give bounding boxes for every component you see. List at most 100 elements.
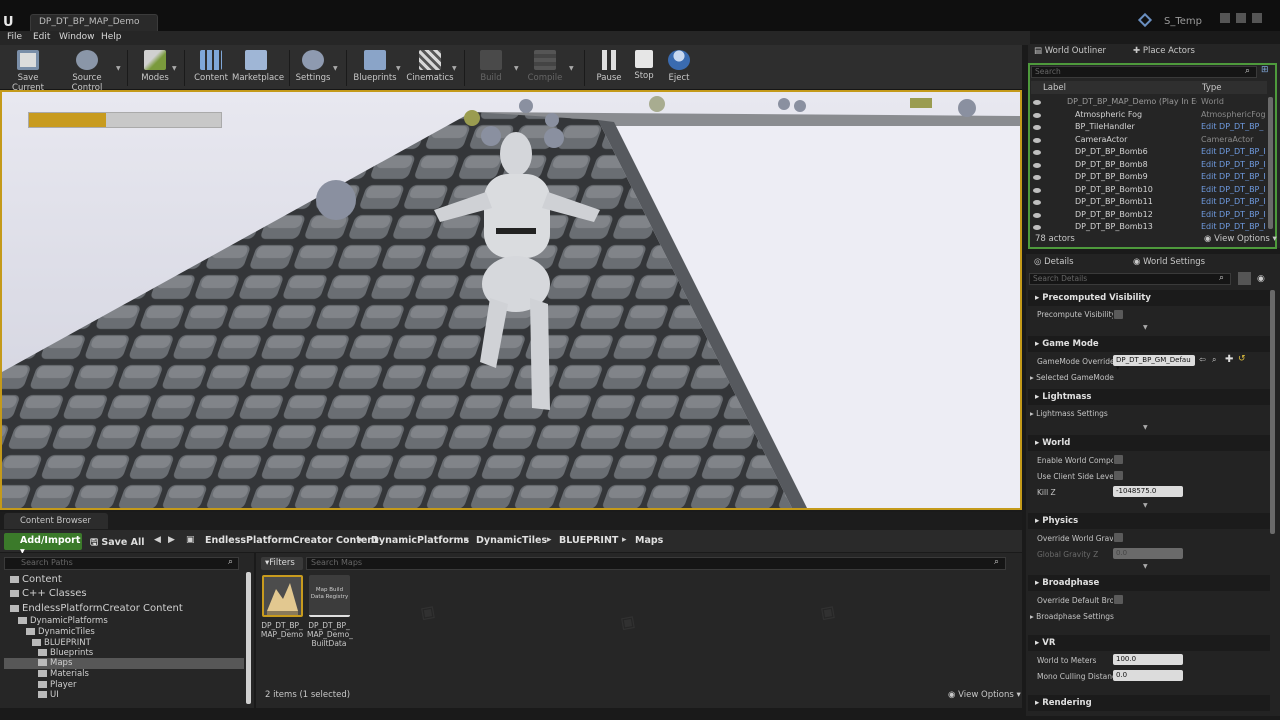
- outliner-row[interactable]: Atmospheric Fog AtmosphericFog: [1030, 110, 1266, 122]
- outliner-search-input[interactable]: Search: [1031, 66, 1257, 78]
- minimize-button[interactable]: [1220, 13, 1230, 23]
- search-paths-input[interactable]: Search Paths: [4, 557, 239, 570]
- maximize-button[interactable]: [1236, 13, 1246, 23]
- type-column-header[interactable]: Type: [1202, 83, 1222, 93]
- breadcrumb-item[interactable]: DynamicTiles: [476, 535, 547, 546]
- details-search-input[interactable]: Search Details: [1029, 273, 1231, 285]
- search-icon[interactable]: ⌕: [1245, 66, 1250, 76]
- expand-arrow-icon[interactable]: ▼: [1143, 502, 1148, 509]
- chevron-down-icon[interactable]: ▼: [333, 65, 338, 72]
- client-side-level-checkbox[interactable]: [1114, 471, 1123, 480]
- tree-item-maps[interactable]: Maps: [4, 658, 244, 669]
- eye-icon[interactable]: ◉: [1257, 274, 1265, 284]
- category-lightmass[interactable]: ▸ Lightmass: [1028, 389, 1270, 405]
- category-precomputed-visibility[interactable]: ▸ Precomputed Visibility: [1028, 290, 1270, 306]
- menu-edit[interactable]: Edit: [33, 32, 50, 42]
- save-all-button[interactable]: 🖫 Save All: [90, 535, 144, 551]
- view-options-button[interactable]: ◉ View Options ▾: [948, 690, 1021, 700]
- stop-button[interactable]: Stop: [628, 47, 660, 89]
- menu-help[interactable]: Help: [101, 32, 122, 42]
- level-viewport[interactable]: [0, 90, 1022, 510]
- content-browser-tab[interactable]: Content Browser: [4, 513, 108, 529]
- chevron-down-icon[interactable]: ▼: [396, 65, 401, 72]
- asset-thumbnail-map[interactable]: [262, 575, 303, 617]
- details-tab[interactable]: ◎ Details: [1034, 257, 1074, 267]
- tree-item-blueprints[interactable]: Blueprints: [38, 648, 93, 658]
- outliner-row[interactable]: DP_DT_BP_MAP_Demo (Play In Editor) World: [1030, 97, 1266, 109]
- expand-arrow-icon[interactable]: ▼: [1143, 563, 1148, 570]
- add-import-button[interactable]: Add/Import ▾: [4, 533, 82, 557]
- category-physics[interactable]: ▸ Physics: [1028, 513, 1270, 529]
- chevron-down-icon[interactable]: ▼: [452, 65, 457, 72]
- breadcrumb-item[interactable]: BLUEPRINT: [559, 535, 618, 546]
- details-scrollbar[interactable]: [1270, 290, 1275, 534]
- paths-scrollbar[interactable]: [246, 572, 251, 704]
- world-settings-tab[interactable]: ◉ World Settings: [1133, 257, 1205, 267]
- outliner-row[interactable]: DP_DT_BP_Bomb11 Edit DP_DT_BP_I: [1030, 197, 1266, 209]
- blueprints-button[interactable]: Blueprints: [352, 47, 398, 89]
- build-button[interactable]: Build: [472, 47, 510, 89]
- search-maps-input[interactable]: Search Maps: [306, 557, 1006, 570]
- back-arrow-icon[interactable]: ◀: [154, 535, 161, 545]
- kill-z-input[interactable]: -1048575.0: [1113, 486, 1183, 497]
- override-gravity-checkbox[interactable]: [1114, 533, 1123, 542]
- label-column-header[interactable]: Label: [1043, 83, 1066, 93]
- add-folder-icon[interactable]: ⊞: [1261, 65, 1269, 75]
- expand-arrow-icon[interactable]: ▼: [1143, 324, 1148, 331]
- outliner-row[interactable]: DP_DT_BP_Bomb9 Edit DP_DT_BP_I: [1030, 172, 1266, 184]
- prop-lightmass-settings[interactable]: ▸ Lightmass Settings: [1030, 409, 1130, 418]
- prop-selected-gamemode[interactable]: ▸ Selected GameMode: [1030, 373, 1130, 382]
- global-gravity-input[interactable]: 0.0: [1113, 548, 1183, 559]
- source-control-button[interactable]: Source Control: [56, 47, 118, 93]
- asset-thumbnail-builtdata[interactable]: Map Build Data Registry: [309, 575, 350, 617]
- browse-search-icon[interactable]: ⌕: [1212, 355, 1216, 365]
- outliner-row-type[interactable]: Edit DP_DT_BP_I: [1201, 172, 1265, 181]
- use-selected-arrow-icon[interactable]: ⇦: [1199, 355, 1206, 364]
- tree-item-dynamic-tiles[interactable]: DynamicTiles: [26, 627, 95, 637]
- tree-item-cpp-classes[interactable]: C++ Classes: [10, 588, 87, 599]
- outliner-view-options[interactable]: ◉ View Options ▾: [1204, 234, 1277, 244]
- visibility-eye-icon[interactable]: [1033, 212, 1041, 218]
- category-game-mode[interactable]: ▸ Game Mode: [1028, 336, 1270, 352]
- breadcrumb-item[interactable]: EndlessPlatformCreator Content: [205, 535, 379, 546]
- search-icon[interactable]: ⌕: [1219, 273, 1224, 283]
- outliner-row-type[interactable]: Edit DP_DT_BP_I: [1201, 160, 1265, 169]
- visibility-eye-icon[interactable]: [1033, 137, 1041, 143]
- place-actors-tab[interactable]: ✚ Place Actors: [1133, 46, 1195, 56]
- visibility-eye-icon[interactable]: [1033, 187, 1041, 193]
- world-to-meters-input[interactable]: 100.0: [1113, 654, 1183, 665]
- tree-item-content[interactable]: Content: [10, 574, 62, 585]
- add-plus-icon[interactable]: ✚: [1225, 354, 1233, 365]
- category-rendering[interactable]: ▸ Rendering: [1028, 695, 1270, 711]
- eject-button[interactable]: Eject: [662, 47, 696, 89]
- outliner-row[interactable]: DP_DT_BP_Bomb6 Edit DP_DT_BP_I: [1030, 147, 1266, 159]
- prop-broadphase-settings[interactable]: ▸ Broadphase Settings: [1030, 612, 1130, 621]
- breadcrumb-item[interactable]: DynamicPlatforms: [371, 535, 469, 546]
- visibility-eye-icon[interactable]: [1033, 162, 1041, 168]
- world-outliner-tab[interactable]: ▤ World Outliner: [1034, 46, 1106, 56]
- close-button[interactable]: [1252, 13, 1262, 23]
- menu-file[interactable]: File: [7, 32, 22, 42]
- outliner-row[interactable]: DP_DT_BP_Bomb8 Edit DP_DT_BP_I: [1030, 160, 1266, 172]
- tree-item-endless-platform-creator[interactable]: EndlessPlatformCreator Content: [10, 603, 183, 614]
- category-broadphase[interactable]: ▸ Broadphase: [1028, 575, 1270, 591]
- reset-arrow-icon[interactable]: ↺: [1238, 354, 1246, 364]
- visibility-eye-icon[interactable]: [1033, 150, 1041, 155]
- search-icon[interactable]: ⌕: [228, 557, 233, 567]
- outliner-row-type[interactable]: Edit DP_DT_BP_I: [1201, 147, 1265, 156]
- pause-button[interactable]: Pause: [592, 47, 626, 89]
- mono-culling-input[interactable]: 0.0: [1113, 670, 1183, 681]
- save-current-button[interactable]: Save Current: [2, 47, 54, 93]
- outliner-row-type[interactable]: Edit DP_DT_BP_I: [1201, 222, 1265, 231]
- outliner-row-type[interactable]: Edit DP_DT_BP_I: [1201, 197, 1265, 206]
- settings-button[interactable]: Settings: [294, 47, 332, 89]
- gamemode-override-dropdown[interactable]: DP_DT_BP_GM_Defau ▾: [1113, 355, 1195, 372]
- search-icon[interactable]: ⌕: [994, 557, 999, 567]
- modes-button[interactable]: Modes: [134, 47, 176, 89]
- property-matrix-icon[interactable]: [1238, 272, 1251, 285]
- breadcrumb-item[interactable]: Maps: [635, 535, 663, 546]
- broadphase-checkbox[interactable]: [1114, 595, 1123, 604]
- outliner-scrollbar[interactable]: [1268, 97, 1273, 229]
- filters-button[interactable]: ▾Filters: [261, 557, 303, 570]
- tree-item-ui[interactable]: UI: [38, 690, 59, 700]
